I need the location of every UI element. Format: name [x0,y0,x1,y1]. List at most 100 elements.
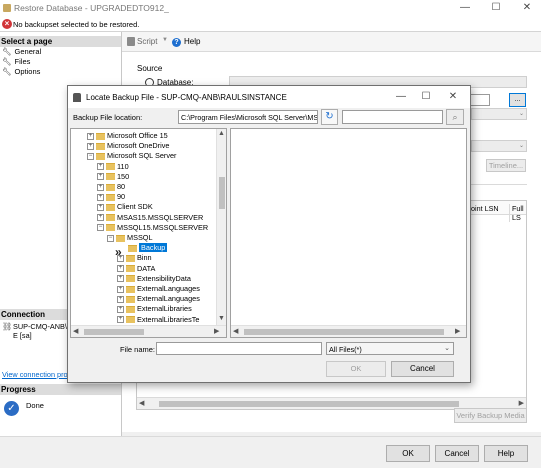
dialog-title: Locate Backup File - SUP-CMQ-ANB\RAULSIN… [86,93,287,102]
target-select[interactable]: ⌄ [471,108,527,120]
search-button[interactable]: ⌕ [446,109,464,125]
collapse-icon[interactable]: − [107,234,114,242]
script-button[interactable]: Script [137,37,157,46]
folder-icon [96,142,105,150]
scroll-right-icon[interactable]: ▶ [519,399,524,407]
error-icon: × [2,19,12,29]
file-list-scrollbar[interactable]: ◀ ▶ [231,325,466,337]
tree-item[interactable]: + Client SDK [97,202,153,212]
minimize-button[interactable]: — [389,90,413,104]
file-list[interactable]: ◀ ▶ [230,128,467,338]
scrollbar-thumb[interactable] [159,401,459,407]
expand-icon[interactable]: + [97,214,104,222]
file-name-field[interactable] [156,342,322,355]
close-button[interactable]: ✕ [515,1,539,15]
verify-backup-button[interactable]: Verify Backup Media [454,408,527,423]
expand-icon[interactable]: + [117,305,124,313]
scroll-left-icon[interactable]: ◀ [139,399,144,407]
file-type-select[interactable]: All Files(*) ⌄ [326,342,454,355]
help-button[interactable]: Help [184,37,200,46]
expand-icon[interactable]: + [117,316,124,324]
expand-icon[interactable]: + [97,163,104,171]
maximize-button[interactable]: ☐ [414,90,438,104]
scrollbar-thumb[interactable] [244,329,444,335]
column-header[interactable]: point LSN [467,204,499,213]
folder-icon [106,173,115,181]
scroll-left-icon[interactable]: ◀ [233,327,238,335]
scroll-right-icon[interactable]: ▶ [214,327,219,335]
folder-icon [116,234,125,242]
expand-icon[interactable]: + [97,183,104,191]
collapse-icon[interactable]: − [97,224,104,232]
column-header[interactable]: Full LS [509,204,526,222]
scroll-down-icon[interactable]: ▼ [218,315,225,322]
restore-to-select[interactable]: ⌄ [471,140,527,152]
browse-button[interactable]: ... [509,93,526,107]
chevron-down-icon[interactable]: ▼ [162,37,168,43]
dialog-ok-button[interactable]: OK [326,361,386,377]
tree-item[interactable]: + MSAS15.MSSQLSERVER [97,213,203,223]
expand-icon[interactable]: + [97,203,104,211]
refresh-button[interactable]: ↻ [321,109,338,125]
window-titlebar: Restore Database - UPGRADEDTO912_ — ☐ ✕ [0,0,541,17]
tree-vertical-scrollbar[interactable]: ▲ ▼ [216,129,226,325]
view-connection-link[interactable]: View connection prope [2,370,76,379]
minimize-button[interactable]: — [453,1,477,15]
select-page-header: Select a page [0,36,121,47]
error-message: No backupset selected to be restored. [13,20,140,29]
tree-item[interactable]: − MSSQL15.MSSQLSERVER [97,223,208,233]
backup-location-field[interactable]: C:\Program Files\Microsoft SQL Server\MS… [178,110,318,124]
expand-icon[interactable]: + [87,132,94,140]
tree-item[interactable]: + Binn [117,253,152,263]
tree-item[interactable]: + ExternalLanguages [117,284,200,294]
tree-item-label: ExternalLibraries [137,304,192,314]
cancel-button[interactable]: Cancel [435,445,479,462]
expand-icon[interactable]: + [117,295,124,303]
tree-item[interactable]: +150 [97,172,129,182]
page-item-general[interactable]: 🔧︎ General [2,47,41,56]
folder-icon [126,295,135,303]
tree-item[interactable]: Backup [117,243,168,253]
tree-item[interactable]: + ExternalLibrariesTe [117,315,199,325]
source-label: Source [137,64,163,73]
close-button[interactable]: ✕ [441,90,465,104]
tree-item-label: ExternalLanguages [137,294,200,304]
tree-item[interactable]: + Microsoft OneDrive [87,141,169,151]
expand-icon[interactable]: + [117,285,124,293]
tree-horizontal-scrollbar[interactable]: ◀ ▶ [71,325,226,337]
filter-field[interactable] [342,110,443,124]
wrench-icon: 🔧︎ [2,67,12,76]
collapse-icon[interactable]: − [87,152,94,160]
maximize-button[interactable]: ☐ [484,1,508,15]
tree-item[interactable]: + ExternalLibraries [117,304,192,314]
tree-item[interactable]: + ExternalLanguages [117,294,200,304]
tree-item[interactable]: +110 [97,162,129,172]
server-icon: ⛓ [2,322,13,331]
tree-item[interactable]: +80 [97,182,125,192]
expand-icon[interactable]: + [97,193,104,201]
scroll-up-icon[interactable]: ▲ [218,130,225,137]
expand-icon[interactable]: + [117,265,124,273]
tree-item[interactable]: + DATA [117,264,155,274]
scroll-right-icon[interactable]: ▶ [455,327,460,335]
tree-item[interactable]: − Microsoft SQL Server [87,151,176,161]
expand-icon[interactable]: + [87,142,94,150]
tree-item[interactable]: + Microsoft Office 15 [87,131,168,141]
page-item-options[interactable]: 🔧︎ Options [2,67,40,76]
help-button[interactable]: Help [484,445,528,462]
folder-icon [126,285,135,293]
dialog-cancel-button[interactable]: Cancel [391,361,454,377]
tree-item[interactable]: − MSSQL [107,233,153,243]
tree-item[interactable]: + ExtensibilityData [117,274,191,284]
ok-button[interactable]: OK [386,445,430,462]
tree-item-label: Microsoft Office 15 [107,131,168,140]
page-item-files[interactable]: 🔧︎ Files [2,57,30,66]
expand-icon[interactable]: + [117,275,124,283]
tree-item[interactable]: +90 [97,192,125,202]
scroll-left-icon[interactable]: ◀ [73,327,78,335]
folder-icon [128,244,137,252]
timeline-button[interactable]: Timeline... [486,159,526,172]
scrollbar-thumb[interactable] [84,329,144,335]
scrollbar-thumb[interactable] [219,177,225,209]
expand-icon[interactable]: + [97,173,104,181]
